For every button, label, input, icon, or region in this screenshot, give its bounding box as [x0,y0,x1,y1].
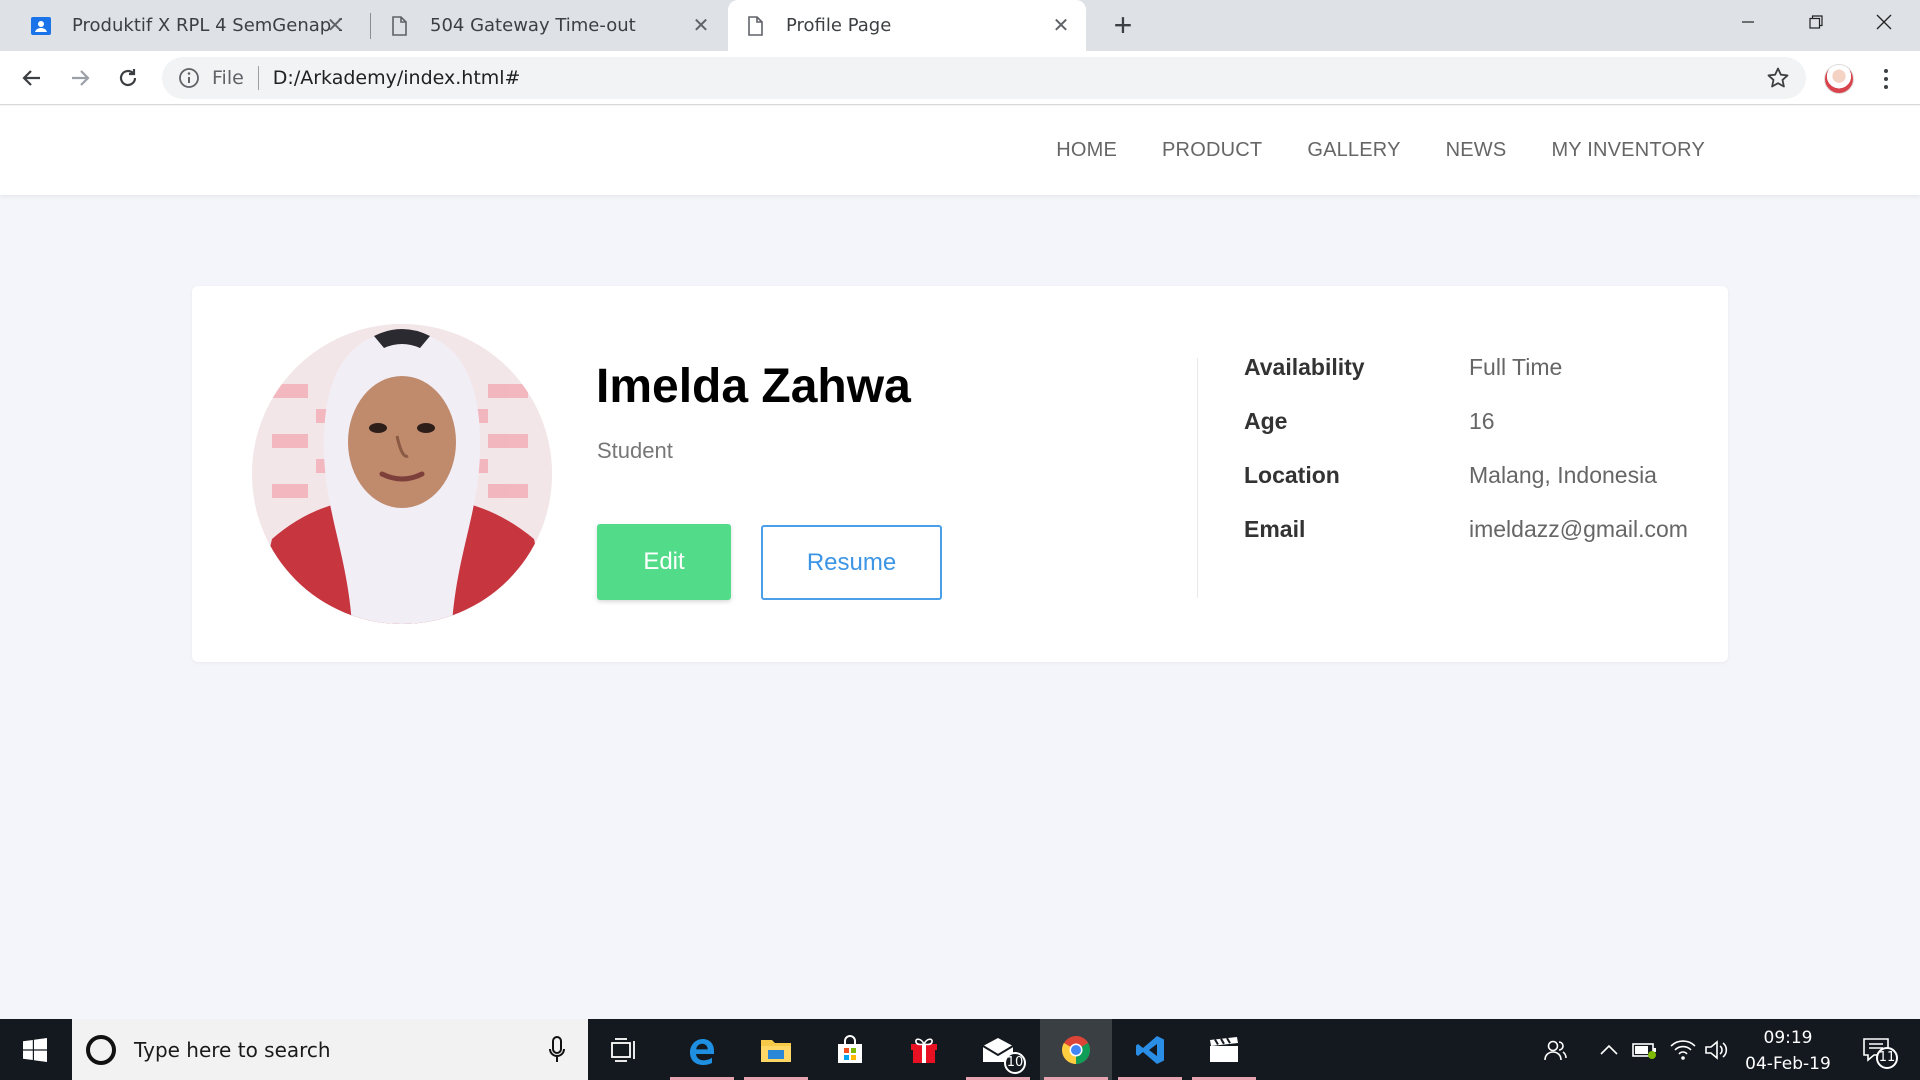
info-row-email: Email imeldazz@gmail.com [1244,516,1704,546]
nav-gallery[interactable]: GALLERY [1307,139,1400,162]
tab-profile-page[interactable]: Profile Page ✕ [728,0,1086,51]
movies-tv-icon[interactable] [1188,1019,1260,1080]
info-label: Age [1244,408,1288,434]
info-label: Email [1244,516,1306,542]
vscode-icon[interactable] [1114,1019,1186,1080]
browser-menu-icon[interactable] [1876,65,1896,93]
classroom-icon [31,16,51,35]
web-page: HOME PRODUCT GALLERY NEWS MY INVENTORY I… [0,106,1920,1019]
tab-title: 504 Gateway Time-out [430,15,636,36]
info-label: Availability [1244,354,1365,380]
chrome-icon[interactable] [1040,1019,1112,1080]
close-icon[interactable]: ✕ [690,14,712,36]
mail-icon[interactable]: 10 [962,1019,1034,1080]
minimize-icon[interactable] [1714,0,1782,44]
back-arrow-icon[interactable] [14,60,50,96]
mail-badge: 10 [1004,1052,1026,1074]
start-windows-icon[interactable] [0,1019,70,1080]
info-value: imeldazz@gmail.com [1469,516,1688,542]
site-navbar: HOME PRODUCT GALLERY NEWS MY INVENTORY [0,106,1920,195]
wifi-icon[interactable] [1670,1037,1696,1063]
browser-tab-strip: Produktif X RPL 4 SemGenap 181 ✕ 504 Gat… [0,0,1920,51]
clock-time: 09:19 [1763,1028,1813,1048]
notifications-badge: 11 [1876,1047,1898,1069]
reload-icon[interactable] [110,60,146,96]
nav-product[interactable]: PRODUCT [1162,139,1262,162]
resume-button[interactable]: Resume [761,525,942,600]
nav-my-inventory[interactable]: MY INVENTORY [1551,139,1705,162]
gift-app-icon[interactable] [888,1019,960,1080]
bookmark-star-icon[interactable] [1766,66,1790,90]
address-url[interactable]: D:/Arkademy/index.html# [273,67,521,89]
page-icon [748,15,763,36]
card-divider [1197,358,1198,598]
close-icon[interactable]: ✕ [1050,14,1072,36]
edge-browser-icon[interactable] [666,1019,738,1080]
battery-icon[interactable] [1632,1037,1658,1063]
profile-card: Imelda Zahwa Student Edit Resume Availab… [192,286,1728,662]
info-row-availability: Availability Full Time [1244,354,1704,384]
windows-taskbar: Type here to search 10 09:19 04-Feb-19 1… [0,1019,1920,1080]
nav-news[interactable]: NEWS [1446,139,1507,162]
tab-title: Produktif X RPL 4 SemGenap 181 [72,15,342,36]
edit-button[interactable]: Edit [597,524,731,600]
profile-role: Student [597,438,673,463]
profile-name: Imelda Zahwa [596,360,911,413]
browser-profile-avatar[interactable] [1824,64,1854,94]
info-value: 16 [1469,408,1495,434]
microphone-icon[interactable] [548,1036,566,1064]
tab-classroom[interactable]: Produktif X RPL 4 SemGenap 181 ✕ [14,0,360,51]
info-value: Malang, Indonesia [1469,462,1657,488]
window-close-icon[interactable] [1850,0,1918,44]
cortana-icon [86,1034,116,1065]
close-icon[interactable]: ✕ [324,14,346,36]
tab-gateway-timeout[interactable]: 504 Gateway Time-out ✕ [372,0,726,51]
microsoft-store-icon[interactable] [814,1019,886,1080]
profile-photo [252,324,552,624]
info-row-age: Age 16 [1244,408,1704,438]
tab-separator [370,13,371,39]
address-scheme-label: File [212,67,244,89]
nav-home[interactable]: HOME [1056,139,1117,162]
address-separator [257,66,259,90]
info-icon[interactable] [178,67,200,89]
tab-title: Profile Page [786,15,892,36]
browser-toolbar: File D:/Arkademy/index.html# [0,51,1920,105]
chevron-up-icon[interactable] [1596,1037,1622,1063]
taskbar-clock[interactable]: 09:19 04-Feb-19 [1726,1025,1850,1077]
info-label: Location [1244,462,1340,488]
action-center-icon[interactable]: 11 [1858,1037,1898,1069]
info-row-location: Location Malang, Indonesia [1244,462,1704,492]
people-icon[interactable] [1542,1037,1568,1063]
clock-date: 04-Feb-19 [1745,1054,1831,1074]
info-value: Full Time [1469,354,1563,380]
task-view-icon[interactable] [588,1019,660,1080]
address-bar[interactable]: File D:/Arkademy/index.html# [162,57,1806,99]
restore-icon[interactable] [1782,0,1850,44]
file-explorer-icon[interactable] [740,1019,812,1080]
taskbar-search-box[interactable]: Type here to search [72,1019,588,1080]
page-icon [392,15,407,36]
new-tab-plus-icon[interactable]: + [1106,8,1140,42]
forward-arrow-icon[interactable] [62,60,98,96]
search-placeholder: Type here to search [134,1037,331,1062]
